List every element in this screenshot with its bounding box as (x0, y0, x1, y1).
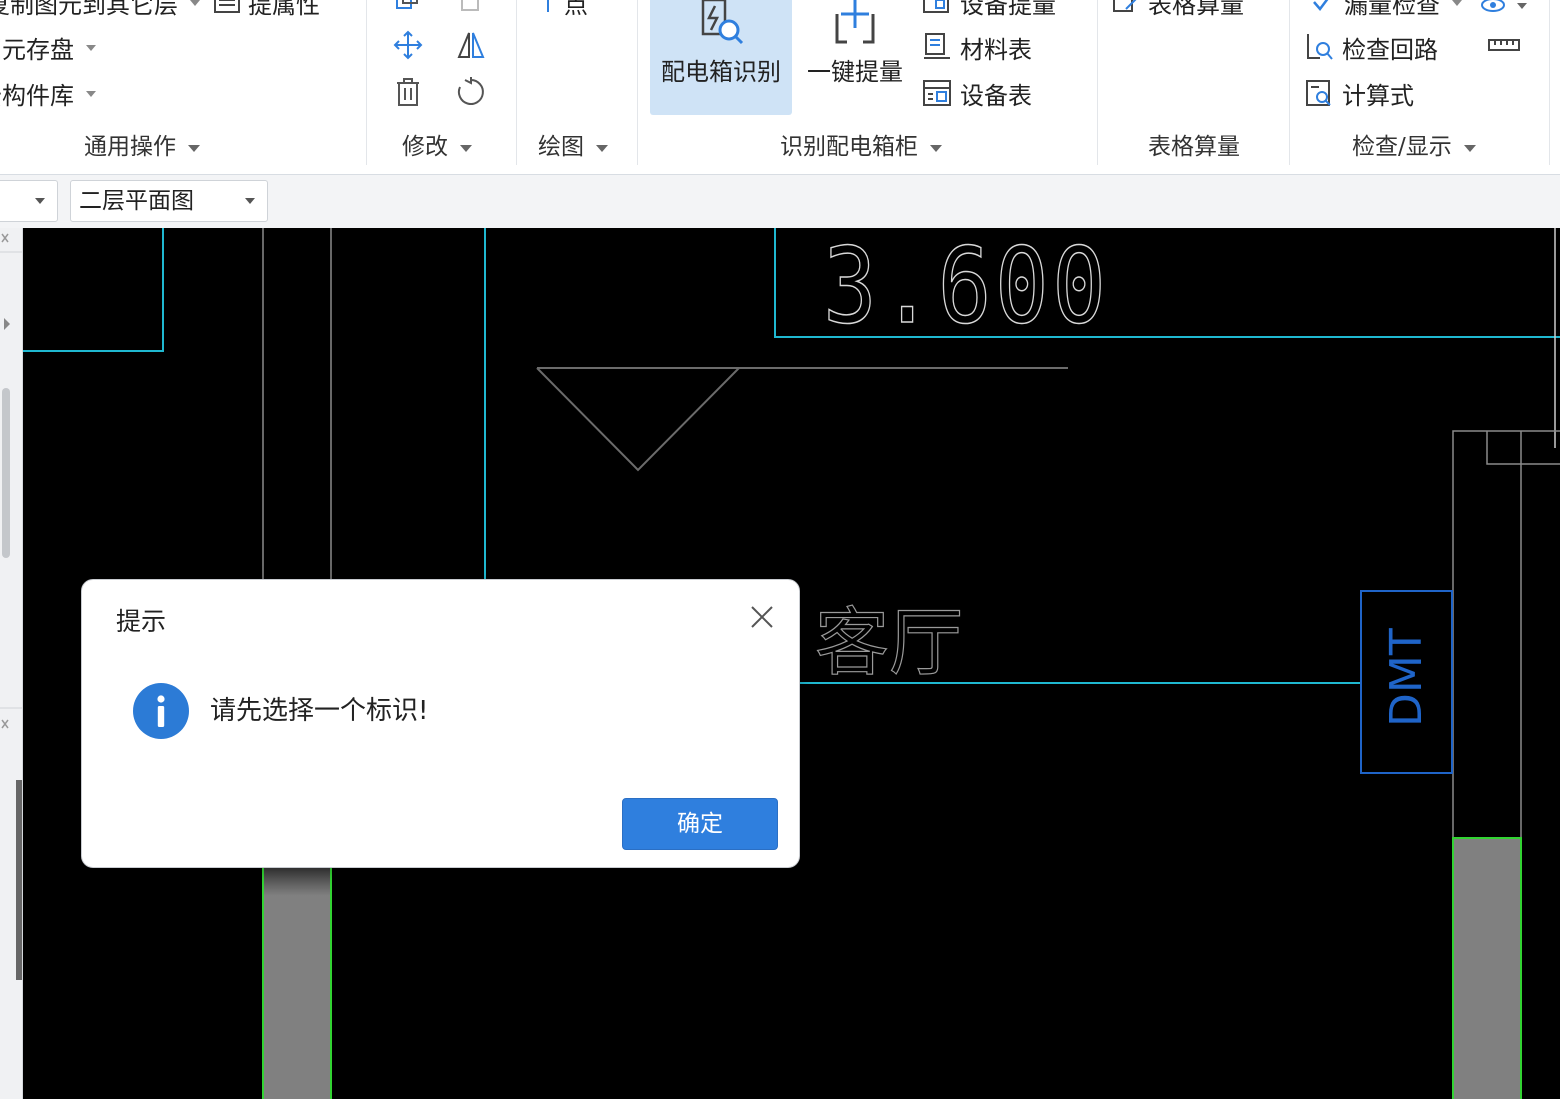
chevron-down-icon (35, 198, 45, 204)
dmt-box-label: DMT (1381, 628, 1432, 727)
add-icon (835, 0, 875, 44)
layer-type-select[interactable] (0, 180, 58, 222)
chevron-down-icon (86, 45, 96, 51)
chevron-down-icon (245, 198, 255, 204)
group-separator (516, 0, 517, 165)
one-key-extract-button[interactable]: 一键提量 (800, 0, 910, 115)
group-separator (637, 0, 638, 165)
info-icon (132, 682, 190, 740)
move-icon[interactable] (388, 25, 428, 65)
dialog-message: 请先选择一个标识! (210, 696, 429, 726)
ok-button[interactable]: 确定 (622, 798, 778, 850)
group-general-ops[interactable]: 通用操作 (84, 130, 200, 164)
chevron-down-icon (460, 144, 472, 152)
equipment-table-label: 设备表 (960, 81, 1032, 110)
group-check-display[interactable]: 检查/显示 (1352, 130, 1476, 164)
group-separator (1097, 0, 1098, 165)
chevron-down-icon (930, 144, 942, 152)
dialog-title: 提示 (116, 607, 167, 636)
display-settings-icon[interactable] (1478, 0, 1530, 24)
left-panel-collapsed (0, 228, 23, 1099)
group-distribution-box-label: 识别配电箱柜 (780, 134, 918, 160)
info-dialog: 提示 请先选择一个标识! 确定 (81, 579, 800, 868)
material-table-button[interactable]: 材料表 (922, 29, 1032, 65)
material-table-icon (924, 33, 950, 59)
missing-check-button[interactable]: 漏量检查 (1310, 0, 1462, 20)
table-icon (214, 0, 240, 13)
group-modify[interactable]: 修改 (402, 130, 472, 164)
table-calc-button[interactable]: 表格算量 (1112, 0, 1244, 20)
point-icon (547, 0, 549, 12)
room-label-text: 客厅 (814, 600, 963, 686)
cloud-library-button[interactable]: 云构件库 (0, 75, 96, 111)
chevron-down-icon (1452, 0, 1462, 6)
material-table-label: 材料表 (960, 35, 1032, 64)
paste-icon[interactable] (451, 0, 491, 20)
group-general-ops-label: 通用操作 (84, 134, 176, 160)
check-loop-button[interactable]: 检查回路 (1304, 29, 1438, 65)
element-save-label: 图元存盘 (0, 35, 74, 64)
group-draw[interactable]: 绘图 (538, 130, 608, 164)
distribution-box-recognize-label: 配电箱识别 (661, 58, 781, 86)
group-table-calc-label: 表格算量 (1148, 134, 1240, 160)
table-edit-icon (1113, 0, 1137, 12)
chevron-down-icon (596, 144, 608, 152)
group-separator (366, 0, 367, 165)
floor-plan-select-value: 二层平面图 (79, 188, 194, 214)
equipment-icon (923, 0, 949, 13)
check-loop-label: 检查回路 (1342, 35, 1438, 64)
group-separator (1549, 0, 1550, 165)
ribbon-toolbar: 复制图元到其它层 提属性 图元存盘 云构件库 通用操作 (0, 0, 1560, 175)
equipment-table-icon (923, 80, 951, 106)
element-save-button[interactable]: 图元存盘 (0, 29, 96, 65)
copy-icon[interactable] (388, 0, 428, 20)
group-distribution-box[interactable]: 识别配电箱柜 (780, 130, 942, 164)
selector-toolbar: 二层平面图 (0, 175, 1560, 229)
copy-to-other-layer-label: 复制图元到其它层 (0, 0, 178, 19)
group-check-display-label: 检查/显示 (1352, 134, 1452, 160)
formula-label: 计算式 (1342, 81, 1414, 110)
formula-icon (1306, 80, 1331, 106)
check-loop-icon (1307, 34, 1333, 60)
extract-attribute-label: 提属性 (248, 0, 320, 19)
equipment-table-button[interactable]: 设备表 (922, 75, 1032, 111)
draw-point-button[interactable]: 点 (540, 0, 588, 20)
copy-to-other-layer-button[interactable]: 复制图元到其它层 (0, 0, 200, 20)
extract-attribute-button[interactable]: 提属性 (214, 0, 320, 20)
rotate-icon[interactable] (451, 72, 491, 112)
equipment-extract-button[interactable]: 设备提量 (922, 0, 1056, 20)
elevation-value-text: 3.600 (822, 228, 1110, 347)
close-icon[interactable] (749, 604, 775, 630)
ruler-icon[interactable] (1484, 25, 1524, 65)
group-table-calc: 表格算量 (1148, 130, 1240, 164)
equipment-extract-label: 设备提量 (960, 0, 1056, 19)
missing-check-label: 漏量检查 (1344, 0, 1440, 19)
chevron-down-icon (188, 144, 200, 152)
cloud-library-label: 云构件库 (0, 81, 74, 110)
delete-icon[interactable] (388, 72, 428, 112)
box-recognize-icon (701, 0, 744, 45)
floor-plan-select[interactable]: 二层平面图 (70, 180, 268, 222)
one-key-extract-label: 一键提量 (807, 58, 903, 86)
distribution-box-recognize-button[interactable]: 配电箱识别 (650, 0, 792, 115)
group-separator (1289, 0, 1290, 165)
draw-point-label: 点 (564, 0, 588, 19)
chevron-down-icon (86, 91, 96, 97)
formula-button[interactable]: 计算式 (1304, 75, 1414, 111)
group-modify-label: 修改 (402, 134, 448, 160)
check-icon (1313, 0, 1329, 11)
mirror-icon[interactable] (451, 25, 491, 65)
table-calc-label: 表格算量 (1148, 0, 1244, 19)
chevron-down-icon (190, 0, 200, 6)
group-draw-label: 绘图 (538, 134, 584, 160)
chevron-down-icon (1463, 144, 1476, 152)
